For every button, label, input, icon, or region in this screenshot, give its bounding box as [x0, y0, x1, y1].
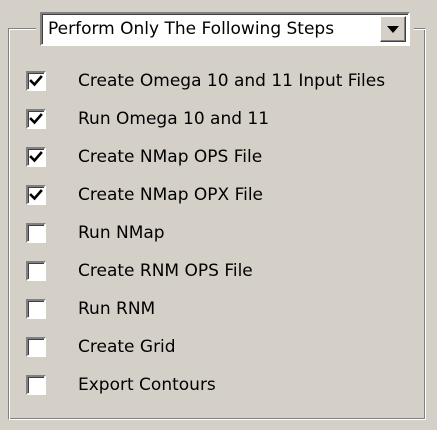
step-row[interactable]: Create NMap OPS File	[26, 144, 426, 170]
chevron-down-icon	[387, 26, 399, 33]
step-label: Create RNM OPS File	[78, 261, 253, 281]
step-row[interactable]: Create Grid	[26, 334, 426, 360]
step-label: Run NMap	[78, 223, 165, 243]
step-checkbox[interactable]	[26, 223, 46, 243]
checkmark-icon	[29, 113, 43, 125]
step-label: Create NMap OPS File	[78, 147, 263, 167]
step-checkbox[interactable]	[26, 337, 46, 357]
step-checkbox[interactable]	[26, 299, 46, 319]
step-row[interactable]: Run Omega 10 and 11	[26, 106, 426, 132]
dropdown-button[interactable]	[380, 16, 406, 42]
step-checkbox[interactable]	[26, 147, 46, 167]
step-row[interactable]: Run RNM	[26, 296, 426, 322]
step-row[interactable]: Export Contours	[26, 372, 426, 398]
step-checkbox[interactable]	[26, 185, 46, 205]
step-checkbox[interactable]	[26, 375, 46, 395]
checkmark-icon	[29, 75, 43, 87]
step-row[interactable]: Run NMap	[26, 220, 426, 246]
step-label: Create Grid	[78, 337, 176, 357]
step-row[interactable]: Create RNM OPS File	[26, 258, 426, 284]
step-label: Create NMap OPX File	[78, 185, 264, 205]
step-label: Export Contours	[78, 375, 216, 395]
checkmark-icon	[29, 189, 43, 201]
step-checkbox[interactable]	[26, 261, 46, 281]
step-mode-dropdown[interactable]: Perform Only The Following Steps	[36, 12, 414, 46]
step-checkbox[interactable]	[26, 109, 46, 129]
step-mode-dropdown-value: Perform Only The Following Steps	[48, 19, 335, 39]
step-mode-dropdown-field[interactable]: Perform Only The Following Steps	[40, 12, 410, 46]
step-row[interactable]: Create NMap OPX File	[26, 182, 426, 208]
step-row[interactable]: Create Omega 10 and 11 Input Files	[26, 68, 426, 94]
checkmark-icon	[29, 151, 43, 163]
step-label: Create Omega 10 and 11 Input Files	[78, 71, 386, 91]
step-label: Run Omega 10 and 11	[78, 109, 270, 129]
step-checkbox[interactable]	[26, 71, 46, 91]
step-label: Run RNM	[78, 299, 156, 319]
